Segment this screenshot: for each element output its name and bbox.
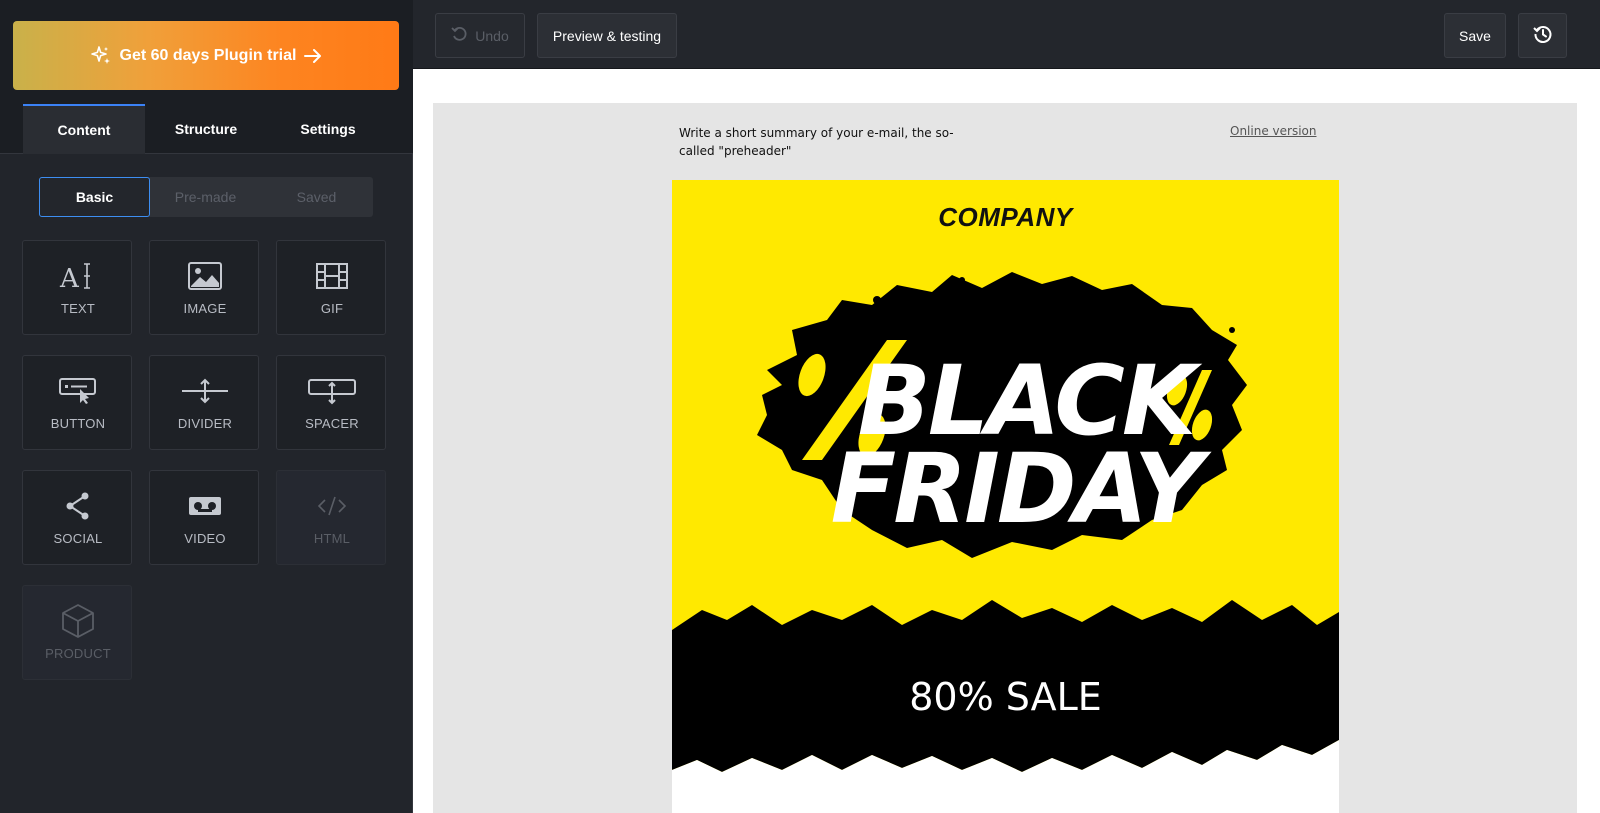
block-label: VIDEO [184,531,226,546]
tab-structure[interactable]: Structure [145,104,267,154]
online-version-link[interactable]: Online version [1230,124,1316,138]
block-label: SOCIAL [53,531,103,546]
sidebar-tabs: Content Structure Settings [0,104,413,154]
block-product: PRODUCT [22,585,132,680]
block-label: TEXT [60,301,96,316]
image-icon [150,259,260,293]
block-label: HTML [313,531,351,546]
segment-basic[interactable]: Basic [39,177,150,217]
black-friday-banner[interactable]: COMPANY BLACK FRIDAY 80% SALE [672,180,1339,813]
spacer-icon [277,374,387,408]
preheader-text[interactable]: Write a short summary of your e-mail, th… [679,124,979,160]
segment-premade[interactable]: Pre-made [150,177,261,217]
version-history-button[interactable] [1518,13,1567,58]
block-label: PRODUCT [45,646,111,661]
block-label: GIF [320,301,344,316]
divider-icon [150,374,260,408]
undo-button[interactable]: Undo [435,13,525,58]
save-button[interactable]: Save [1444,13,1506,58]
block-label: DIVIDER [177,416,233,431]
company-logo-text: COMPANY [938,202,1073,232]
headline-line-2: FRIDAY [830,433,1204,545]
sparkles-icon [90,45,112,67]
block-gif[interactable]: GIF [276,240,386,335]
cube-icon [23,604,133,638]
segment-saved[interactable]: Saved [261,177,372,217]
text-icon: A [23,259,133,293]
undo-label: Undo [475,27,509,44]
block-image[interactable]: IMAGE [149,240,259,335]
block-label: IMAGE [183,301,227,316]
block-type-switch: Basic Pre-made Saved [39,177,373,217]
block-label: SPACER [305,416,359,431]
block-html: HTML [276,470,386,565]
top-toolbar: Undo Preview & testing Save [413,0,1600,69]
block-divider[interactable]: DIVIDER [149,355,259,450]
tab-content[interactable]: Content [23,104,145,154]
plugin-trial-label: Get 60 days Plugin trial [119,46,297,64]
sale-text: 80% SALE [909,675,1102,719]
svg-text:A: A [59,264,80,293]
undo-icon [451,26,467,45]
left-sidebar: Get 60 days Plugin trial Content Structu… [0,0,413,813]
block-button[interactable]: BUTTON [22,355,132,450]
history-icon [1532,24,1553,47]
code-icon [277,489,387,523]
plugin-trial-button[interactable]: Get 60 days Plugin trial [13,21,399,90]
arrow-right-icon [304,48,322,63]
block-video[interactable]: VIDEO [149,470,259,565]
block-label: BUTTON [50,416,106,431]
tab-settings[interactable]: Settings [267,104,389,154]
preview-testing-button[interactable]: Preview & testing [537,13,677,58]
sidebar-header: Get 60 days Plugin trial [0,0,413,104]
video-icon [150,489,260,523]
share-icon [23,489,133,523]
block-social[interactable]: SOCIAL [22,470,132,565]
block-spacer[interactable]: SPACER [276,355,386,450]
gif-icon [277,259,387,293]
button-icon [23,374,133,408]
block-text[interactable]: A TEXT [22,240,132,335]
